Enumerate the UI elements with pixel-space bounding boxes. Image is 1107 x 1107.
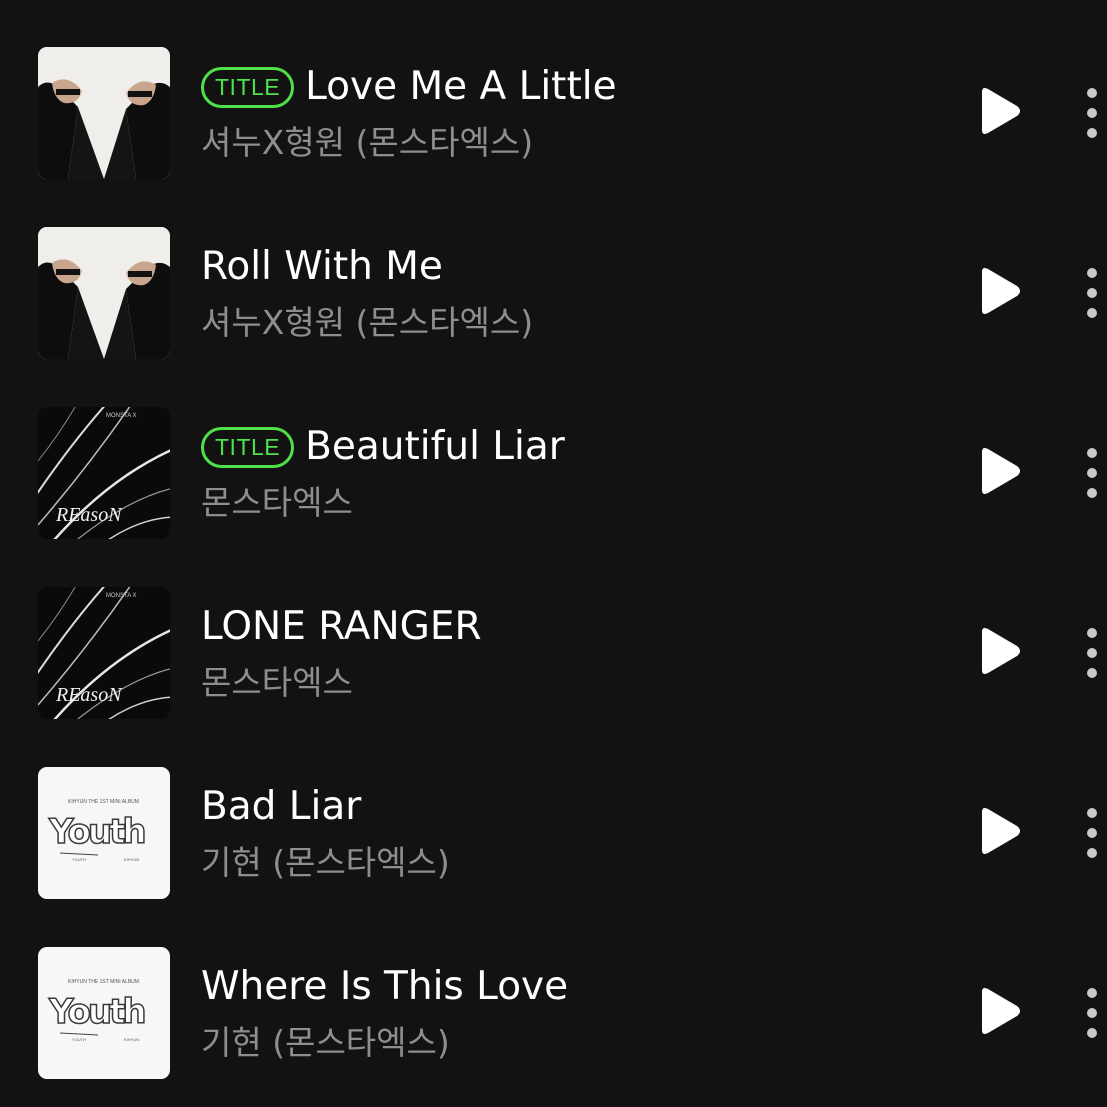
play-icon (982, 448, 1020, 494)
svg-text:KIHYUN: KIHYUN (124, 1037, 139, 1042)
play-button[interactable] (976, 444, 1024, 498)
more-options-button[interactable] (1078, 84, 1107, 142)
play-button[interactable] (976, 84, 1024, 138)
svg-text:REasoN: REasoN (55, 684, 123, 706)
track-row[interactable]: KIHYUN THE 1ST MINI ALBUM Youth YOUTH KI… (0, 900, 1107, 1080)
title-line: TITLE Beautiful Liar (201, 420, 565, 474)
title-badge: TITLE (201, 66, 295, 108)
more-options-button[interactable] (1078, 984, 1107, 1042)
svg-text:KIHYUN: KIHYUN (124, 857, 139, 862)
more-options-button[interactable] (1078, 444, 1107, 502)
more-vertical-icon (1087, 88, 1097, 138)
svg-text:REasoN: REasoN (55, 504, 123, 526)
track-row[interactable]: MONSTA X REasoN TITLE Beautiful Liar 몬스타… (0, 360, 1107, 540)
more-vertical-icon (1087, 268, 1097, 318)
song-title[interactable]: Where Is This Love (201, 960, 568, 1014)
more-vertical-icon (1087, 988, 1097, 1038)
more-options-button[interactable] (1078, 624, 1107, 682)
album-art-unseen (38, 47, 170, 179)
album-cover[interactable]: MONSTA X REasoN (38, 407, 170, 539)
artist-name[interactable]: 몬스타엑스 (201, 660, 353, 706)
track-row[interactable]: KIHYUN THE 1ST MINI ALBUM Youth YOUTH KI… (0, 720, 1107, 900)
song-title[interactable]: Roll With Me (201, 240, 443, 294)
album-cover[interactable] (38, 47, 170, 179)
play-button[interactable] (976, 804, 1024, 858)
play-icon (982, 988, 1020, 1034)
play-button[interactable] (976, 264, 1024, 318)
artist-name[interactable]: 기현 (몬스타엑스) (201, 840, 450, 886)
title-line: Bad Liar (201, 780, 361, 834)
album-art-youth: KIHYUN THE 1ST MINI ALBUM Youth YOUTH KI… (38, 767, 170, 899)
play-button[interactable] (976, 984, 1024, 1038)
play-icon (982, 628, 1020, 674)
play-icon (982, 88, 1020, 134)
more-options-button[interactable] (1078, 804, 1107, 862)
album-art-reason: MONSTA X REasoN (38, 407, 170, 539)
svg-text:KIHYUN THE 1ST MINI ALBUM: KIHYUN THE 1ST MINI ALBUM (68, 799, 139, 805)
more-options-button[interactable] (1078, 264, 1107, 322)
album-cover[interactable]: KIHYUN THE 1ST MINI ALBUM Youth YOUTH KI… (38, 947, 170, 1079)
track-list: TITLE Love Me A Little 셔누X형원 (몬스타엑스) Rol… (0, 0, 1107, 1107)
artist-name[interactable]: 셔누X형원 (몬스타엑스) (201, 300, 533, 346)
album-art-youth: KIHYUN THE 1ST MINI ALBUM Youth YOUTH KI… (38, 947, 170, 1079)
title-line: Where Is This Love (201, 960, 568, 1014)
album-cover[interactable]: MONSTA X REasoN (38, 587, 170, 719)
track-row[interactable]: Roll With Me 셔누X형원 (몬스타엑스) (0, 180, 1107, 360)
song-title[interactable]: LONE RANGER (201, 600, 482, 654)
artist-name[interactable]: 기현 (몬스타엑스) (201, 1020, 450, 1066)
title-line: Roll With Me (201, 240, 443, 294)
svg-text:Youth: Youth (48, 992, 144, 1032)
play-icon (982, 808, 1020, 854)
play-icon (982, 268, 1020, 314)
album-art-reason: MONSTA X REasoN (38, 587, 170, 719)
more-vertical-icon (1087, 448, 1097, 498)
title-line: LONE RANGER (201, 600, 482, 654)
artist-name[interactable]: 셔누X형원 (몬스타엑스) (201, 120, 533, 166)
song-title[interactable]: Beautiful Liar (305, 420, 565, 474)
title-line: TITLE Love Me A Little (201, 60, 617, 114)
album-cover[interactable]: KIHYUN THE 1ST MINI ALBUM Youth YOUTH KI… (38, 767, 170, 899)
title-badge: TITLE (201, 426, 295, 468)
svg-text:MONSTA X: MONSTA X (106, 413, 137, 419)
album-art-unseen (38, 227, 170, 359)
svg-text:YOUTH: YOUTH (72, 1037, 86, 1042)
album-cover[interactable] (38, 227, 170, 359)
song-title[interactable]: Love Me A Little (305, 60, 616, 114)
track-row[interactable]: MONSTA X REasoN LONE RANGER 몬스타엑스 (0, 540, 1107, 720)
svg-text:Youth: Youth (48, 812, 144, 852)
svg-text:KIHYUN THE 1ST MINI ALBUM: KIHYUN THE 1ST MINI ALBUM (68, 979, 139, 985)
svg-text:MONSTA X: MONSTA X (106, 593, 137, 599)
track-row[interactable]: TITLE Love Me A Little 셔누X형원 (몬스타엑스) (0, 0, 1107, 180)
song-title[interactable]: Bad Liar (201, 780, 361, 834)
svg-text:YOUTH: YOUTH (72, 857, 86, 862)
more-vertical-icon (1087, 808, 1097, 858)
play-button[interactable] (976, 624, 1024, 678)
more-vertical-icon (1087, 628, 1097, 678)
artist-name[interactable]: 몬스타엑스 (201, 480, 353, 526)
